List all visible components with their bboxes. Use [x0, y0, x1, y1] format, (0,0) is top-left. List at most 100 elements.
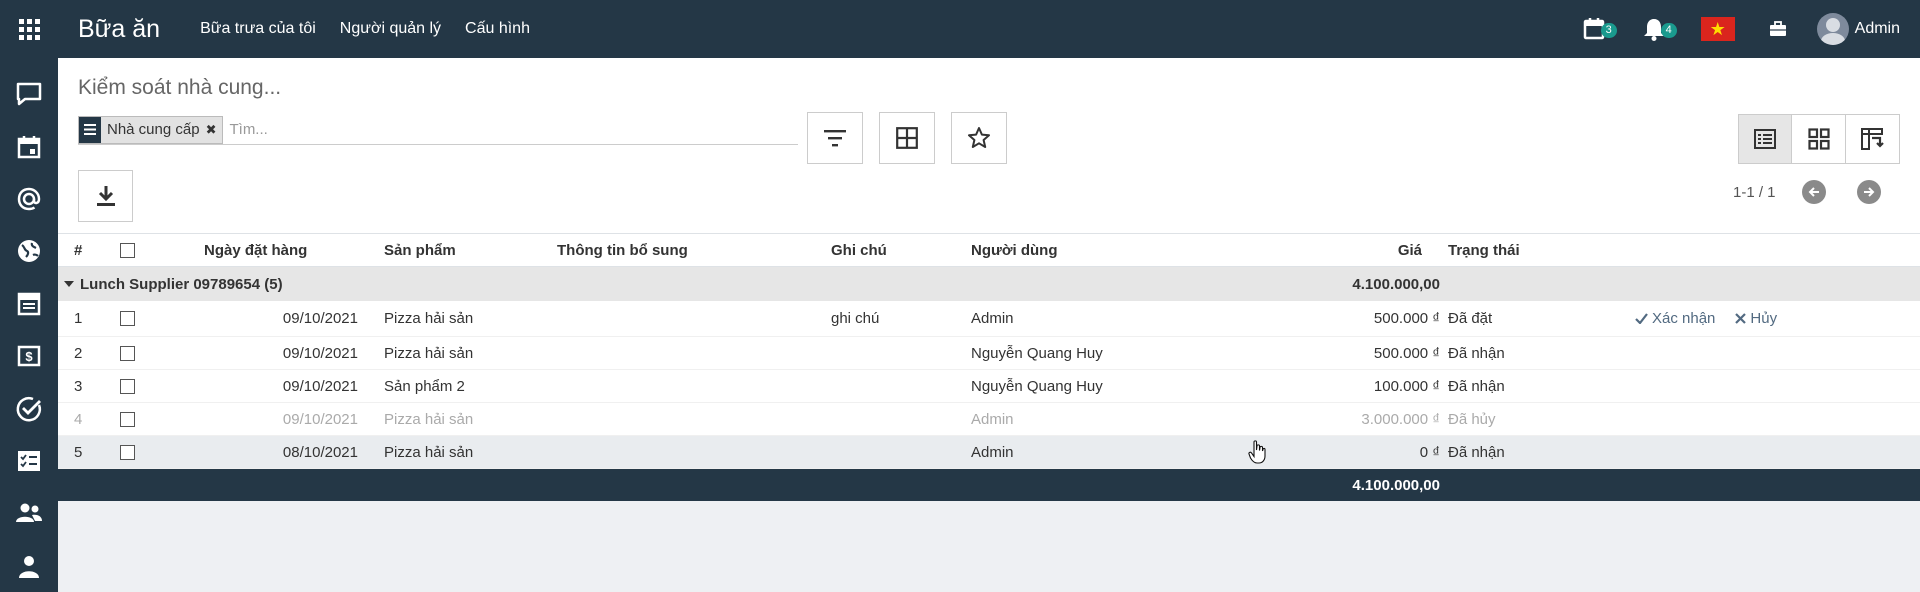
avatar[interactable] [1816, 13, 1849, 45]
app-title[interactable]: Bữa ăn [78, 15, 160, 44]
activity-menu[interactable]: 3 [1583, 17, 1617, 41]
arrow-right-icon [1863, 187, 1874, 197]
kanban-view-icon [1807, 128, 1830, 150]
row-num: 1 [74, 310, 83, 327]
header-extra-info[interactable]: Thông tin bổ sung [557, 234, 777, 266]
newspaper-icon[interactable] [0, 278, 58, 330]
table-row[interactable]: 2 09/10/2021 Pizza hải sản Nguyễn Quang … [58, 337, 1920, 370]
row-product: Pizza hải sản [384, 344, 474, 362]
task-list-icon[interactable] [0, 435, 58, 487]
check-circle-icon[interactable] [0, 382, 58, 434]
globe-icon[interactable] [0, 225, 58, 277]
header-state[interactable]: Trạng thái [1448, 234, 1568, 266]
apps-grid-icon [18, 18, 40, 40]
pager-previous-button[interactable] [1801, 180, 1826, 204]
order-list: # Ngày đặt hàng Sản phẩm Thông tin bổ su… [58, 234, 1920, 501]
user-icon[interactable] [0, 540, 58, 592]
group-by-icon [79, 116, 101, 143]
filter-icon [824, 130, 846, 147]
menu-configuration[interactable]: Cấu hình [465, 20, 530, 38]
row-user: Nguyễn Quang Huy [971, 344, 1103, 362]
group-by-button[interactable] [879, 112, 935, 164]
row-product: Pizza hải sản [384, 310, 474, 327]
row-note [831, 370, 931, 402]
menu-manager[interactable]: Người quản lý [340, 20, 441, 38]
view-switcher [1738, 114, 1900, 164]
check-icon [1635, 313, 1648, 324]
row-date: 09/10/2021 [282, 344, 358, 362]
language-flag-icon[interactable] [1700, 17, 1735, 41]
users-icon[interactable] [0, 487, 58, 539]
row-extra-info [557, 301, 777, 336]
row-checkbox[interactable] [120, 301, 138, 336]
company-switcher[interactable] [1769, 21, 1787, 37]
pivot-view-button[interactable] [1846, 114, 1900, 164]
header-note[interactable]: Ghi chú [831, 234, 931, 266]
row-note [831, 403, 931, 435]
menu-my-lunch[interactable]: Bữa trưa của tôi [200, 20, 316, 38]
table-header: # Ngày đặt hàng Sản phẩm Thông tin bổ su… [58, 234, 1920, 267]
row-num: 2 [74, 344, 83, 362]
row-user: Admin [971, 310, 1014, 327]
user-menu-name[interactable]: Admin [1855, 20, 1900, 38]
confirm-label: Xác nhận [1652, 310, 1716, 327]
pager: 1-1 / 1 [1733, 180, 1912, 204]
row-checkbox[interactable] [120, 436, 138, 468]
row-checkbox[interactable] [120, 403, 138, 435]
control-panel: Kiểm soát nhà cung... Nhà cung cấp ✖ Tìm… [58, 58, 1920, 234]
row-price: 0 ₫ [1419, 443, 1440, 461]
header-order-date[interactable]: Ngày đặt hàng [204, 234, 364, 266]
favorites-button[interactable] [951, 112, 1007, 164]
pager-value[interactable]: 1-1 / 1 [1733, 184, 1776, 201]
row-extra-info [557, 403, 777, 435]
kanban-view-button[interactable] [1792, 114, 1846, 164]
facet-remove-button[interactable]: ✖ [206, 122, 223, 138]
header-product[interactable]: Sản phẩm [384, 234, 544, 266]
footer-total: 4.100.000,00 [1352, 476, 1440, 494]
svg-text:$: $ [25, 349, 33, 364]
row-num: 4 [74, 410, 83, 428]
row-extra-info [557, 370, 777, 402]
row-checkbox[interactable] [120, 370, 138, 402]
row-product: Pizza hải sản [384, 443, 474, 461]
row-note: ghi chú [831, 310, 880, 327]
row-product: Sản phẩm 2 [384, 377, 465, 395]
table-row[interactable]: 5 08/10/2021 Pizza hải sản Admin 0 ₫ Đã … [58, 436, 1920, 469]
table-row[interactable]: 1 09/10/2021 Pizza hải sản ghi chú Admin… [58, 301, 1920, 337]
money-icon[interactable]: $ [0, 330, 58, 382]
row-state: Đã nhận [1448, 344, 1505, 362]
select-all-checkbox[interactable] [120, 234, 138, 266]
header-num[interactable]: # [74, 234, 104, 266]
facet-label: Nhà cung cấp [107, 121, 200, 138]
download-button[interactable] [78, 170, 133, 222]
table-row[interactable]: 3 09/10/2021 Sản phẩm 2 Nguyễn Quang Huy… [58, 370, 1920, 403]
chat-icon[interactable] [0, 68, 58, 120]
confirm-button[interactable]: Xác nhận [1635, 310, 1715, 327]
row-note [831, 436, 931, 468]
calendar-icon[interactable] [0, 120, 58, 172]
group-label: Lunch Supplier 09789654 (5) [64, 267, 283, 301]
table-row[interactable]: 4 09/10/2021 Pizza hải sản Admin 3.000.0… [58, 403, 1920, 436]
pivot-view-icon [1860, 128, 1884, 150]
group-row[interactable]: Lunch Supplier 09789654 (5) 4.100.000,00 [58, 267, 1920, 301]
row-note [831, 337, 931, 369]
apps-menu-button[interactable] [0, 0, 58, 58]
list-view-button[interactable] [1738, 114, 1792, 164]
header-price[interactable]: Giá [1298, 234, 1422, 266]
cancel-button[interactable]: Hủy [1735, 310, 1777, 327]
filters-button[interactable] [807, 112, 863, 164]
grid-icon [896, 127, 918, 149]
row-price: 500.000 ₫ [1373, 310, 1440, 327]
at-mention-icon[interactable] [0, 173, 58, 225]
cancel-label: Hủy [1750, 310, 1778, 327]
download-icon [96, 186, 115, 206]
caret-down-icon [64, 281, 74, 287]
row-date: 09/10/2021 [282, 310, 358, 327]
pager-next-button[interactable] [1856, 180, 1881, 204]
header-user[interactable]: Người dùng [971, 234, 1191, 266]
row-checkbox[interactable] [120, 337, 138, 369]
notification-menu[interactable]: 4 [1643, 17, 1677, 41]
search-input[interactable] [229, 121, 730, 138]
activity-badge: 3 [1600, 23, 1617, 38]
search-facet: Nhà cung cấp ✖ [78, 115, 224, 144]
